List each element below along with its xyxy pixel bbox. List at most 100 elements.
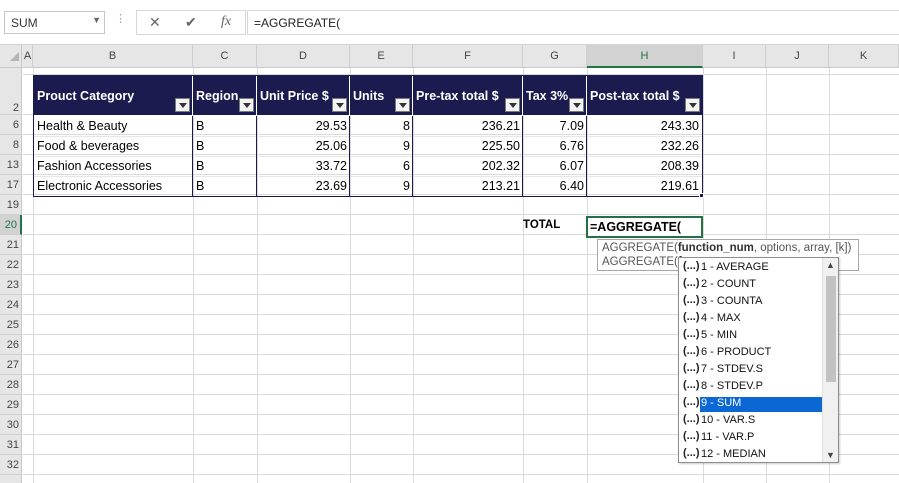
table-cell[interactable]: 6.76 [523,137,587,157]
chevron-down-icon[interactable]: ▼ [92,15,101,25]
row-header[interactable]: 19 [0,195,22,215]
active-cell-editor[interactable]: =AGGREGATE( [586,216,703,238]
filter-dropdown-icon[interactable] [239,98,254,112]
column-header-e[interactable]: E [350,45,413,68]
table-cell[interactable]: 225.50 [413,137,523,157]
table-cell[interactable]: 9 [350,137,413,157]
table-cell[interactable]: Fashion Accessories [34,157,193,177]
autocomplete-item[interactable]: (...) 12 - MEDIAN [680,446,822,463]
table-cell[interactable]: Electronic Accessories [34,177,193,197]
row-header[interactable]: 26 [0,335,22,355]
tooltip-line-2[interactable]: AGGREGATE(fu [602,256,689,268]
autocomplete-item[interactable]: (...) 7 - STDEV.S [680,361,822,378]
row-header[interactable]: 2 [0,75,22,115]
column-header-g[interactable]: G [523,45,587,68]
row-header[interactable]: 30 [0,415,22,435]
column-header-i[interactable]: I [703,45,766,68]
table-cell[interactable]: B [193,137,257,157]
filter-dropdown-icon[interactable] [505,98,520,112]
insert-function-icon[interactable]: fx [221,14,231,30]
row-header[interactable]: 6 [0,115,22,135]
row-header[interactable]: 8 [0,135,22,155]
row-header[interactable]: 23 [0,275,22,295]
autocomplete-item[interactable]: (...) 1 - AVERAGE [680,259,822,276]
table-cell[interactable]: 213.21 [413,177,523,197]
table-cell[interactable]: 25.06 [257,137,350,157]
name-box[interactable]: SUM ▼ [4,11,105,34]
row-header[interactable]: 29 [0,395,22,415]
row-header[interactable]: 31 [0,435,22,455]
row-header[interactable]: 24 [0,295,22,315]
formula-input[interactable]: =AGGREGATE( [247,10,899,35]
tooltip-line-1[interactable]: AGGREGATE(function_num, options, array, … [602,242,851,254]
table-cell[interactable]: 8 [350,117,413,137]
table-header-pretax-total[interactable]: Pre-tax total $ [413,75,523,115]
table-cell[interactable]: 33.72 [257,157,350,177]
filter-dropdown-icon[interactable] [395,98,410,112]
row-header[interactable]: 13 [0,155,22,175]
table-header-category[interactable]: Prouct Category [34,75,193,115]
table-cell[interactable]: 6.07 [523,157,587,177]
table-resize-handle[interactable] [699,193,704,198]
column-header-a[interactable]: A [23,45,33,68]
column-header-d[interactable]: D [257,45,350,68]
column-header-b[interactable]: B [33,45,193,68]
table-cell[interactable]: 29.53 [257,117,350,137]
autocomplete-item[interactable]: (...) 5 - MIN [680,327,822,344]
row-header[interactable]: 22 [0,255,22,275]
table-cell[interactable]: B [193,117,257,137]
row-header[interactable]: 21 [0,235,22,255]
autocomplete-scrollbar[interactable]: ▲ ▼ [822,258,838,462]
select-all-triangle-icon[interactable] [10,52,19,61]
column-header-f[interactable]: F [413,45,523,68]
autocomplete-item[interactable]: (...) 10 - VAR.S [680,412,822,429]
cancel-icon[interactable]: ✕ [149,14,161,31]
table-header-region[interactable]: Region [193,75,257,115]
row-header[interactable]: 17 [0,175,22,195]
table-cell[interactable]: 202.32 [413,157,523,177]
autocomplete-item[interactable]: (...) 3 - COUNTA [680,293,822,310]
autocomplete-item[interactable]: (...) 4 - MAX [680,310,822,327]
scrollbar-thumb[interactable] [826,276,836,382]
column-header-j[interactable]: J [766,45,829,68]
table-cell[interactable]: 243.30 [587,117,702,137]
autocomplete-item[interactable]: (...) 8 - STDEV.P [680,378,822,395]
enter-check-icon[interactable]: ✔ [185,14,197,31]
autocomplete-item[interactable]: (...) 6 - PRODUCT [680,344,822,361]
table-cell[interactable]: B [193,177,257,197]
table-cell[interactable]: 9 [350,177,413,197]
row-header[interactable]: 28 [0,375,22,395]
filter-dropdown-icon[interactable] [175,98,190,112]
row-header[interactable]: 20 [0,215,22,235]
table-cell[interactable]: 236.21 [413,117,523,137]
row-header[interactable]: 27 [0,355,22,375]
function-num-autocomplete[interactable]: (...) 1 - AVERAGE (...) 2 - COUNT (...) 3 -… [678,257,839,463]
table-cell[interactable]: 219.61 [587,177,702,197]
table-cell[interactable]: 6.40 [523,177,587,197]
table-header-units[interactable]: Units [350,75,413,115]
filter-dropdown-icon[interactable] [332,98,347,112]
table-header-posttax-total[interactable]: Post-tax total $ [587,75,702,115]
autocomplete-item-selected[interactable]: (...) 9 - SUM [680,395,822,412]
table-cell[interactable]: 6 [350,157,413,177]
table-header-tax[interactable]: Tax 3% [523,75,587,115]
row-header[interactable]: 25 [0,315,22,335]
filter-dropdown-icon[interactable] [569,98,584,112]
table-cell[interactable]: 232.26 [587,137,702,157]
column-header-h[interactable]: H [587,45,703,68]
autocomplete-item[interactable]: (...) 2 - COUNT [680,276,822,293]
table-cell[interactable]: Food & beverages [34,137,193,157]
column-header-k[interactable]: K [829,45,899,68]
column-header-c[interactable]: C [193,45,257,68]
table-cell[interactable]: 7.09 [523,117,587,137]
filter-dropdown-icon[interactable] [685,98,700,112]
table-cell[interactable]: 208.39 [587,157,702,177]
table-header-unit-price[interactable]: Unit Price $ [257,75,350,115]
scroll-up-icon[interactable]: ▲ [826,260,835,270]
scroll-down-icon[interactable]: ▼ [826,450,835,460]
table-cell[interactable]: 23.69 [257,177,350,197]
table-cell[interactable]: Health & Beauty [34,117,193,137]
row-header[interactable]: 32 [0,455,22,475]
drag-handle-icon[interactable]: ⋮ [115,12,126,25]
autocomplete-item[interactable]: (...) 11 - VAR.P [680,429,822,446]
